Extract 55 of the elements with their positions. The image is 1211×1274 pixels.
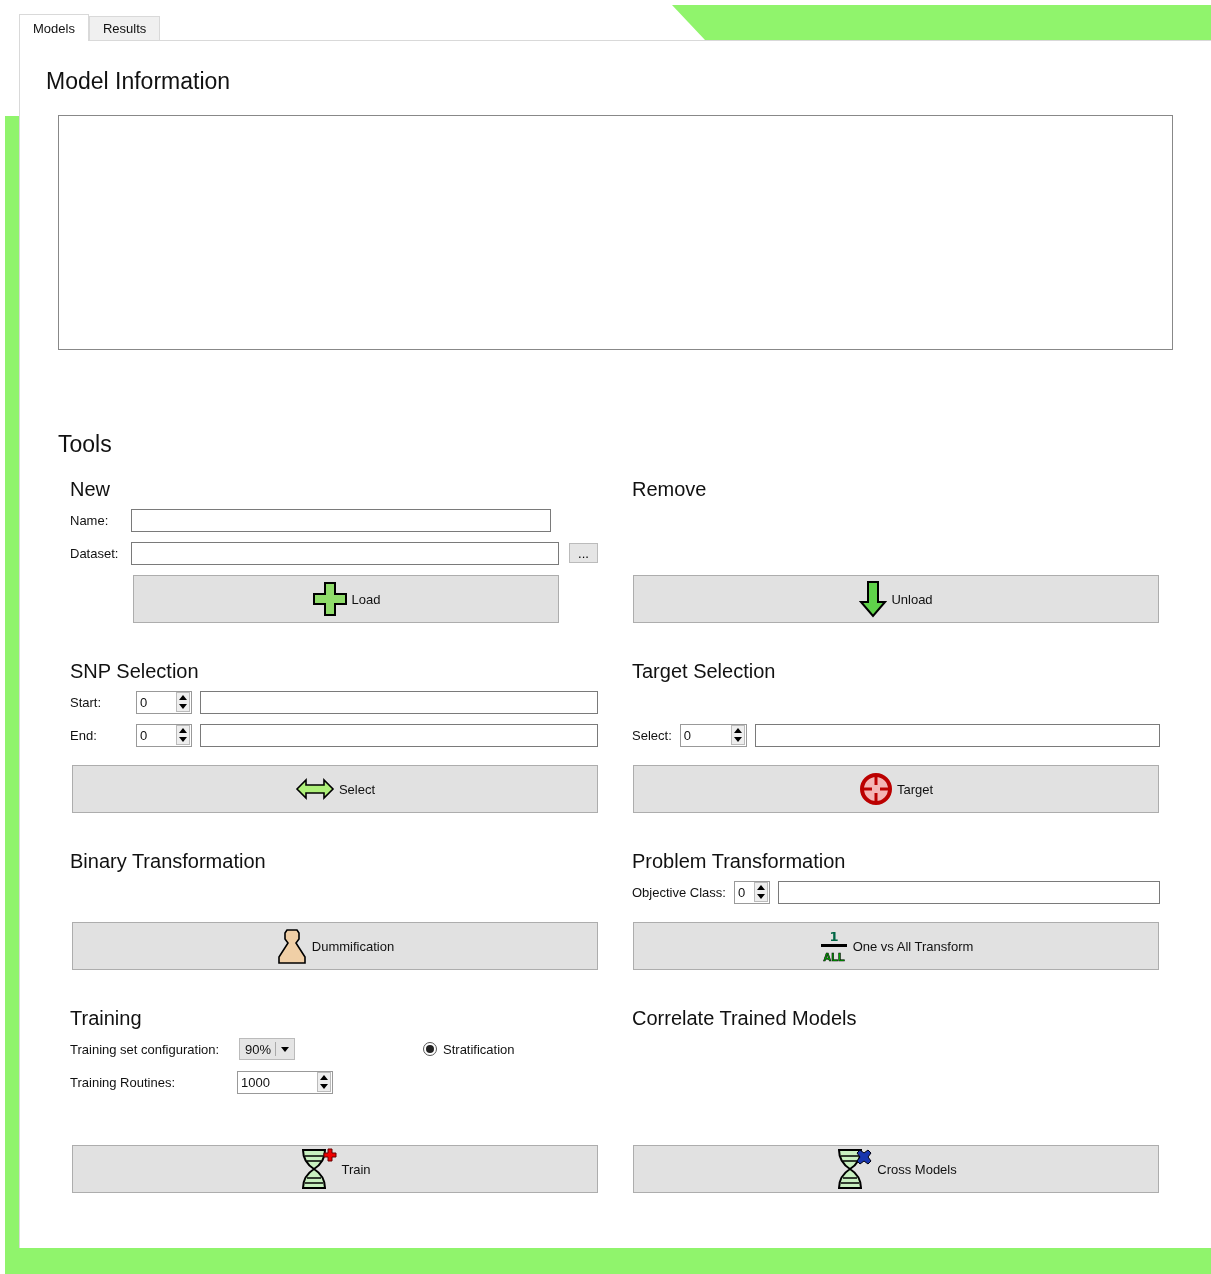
action-button[interactable]: Load <box>133 575 559 623</box>
field-label: Select: <box>632 727 672 743</box>
section-title: SNP Selection <box>70 659 200 684</box>
section-title: Problem Transformation <box>632 849 847 874</box>
section-title: Remove <box>632 477 708 502</box>
spin-box[interactable]: 0 <box>733 880 770 904</box>
pawn-icon <box>275 928 308 964</box>
section-title: New <box>70 477 111 502</box>
double-arrow-icon <box>294 778 335 800</box>
dna-icon <box>835 1148 874 1190</box>
spin-arrows-icon[interactable] <box>176 692 190 712</box>
radio-button[interactable]: Stratification <box>423 1041 515 1057</box>
section-heading: Tools <box>58 430 113 458</box>
text-field[interactable] <box>754 723 1160 747</box>
spin-box[interactable]: 0 <box>136 690 192 714</box>
action-button[interactable]: Target <box>633 765 1159 813</box>
spin-arrows-icon[interactable] <box>753 882 768 902</box>
field-label: Name: <box>70 512 110 528</box>
dna-icon <box>299 1148 338 1190</box>
down-arrow-icon <box>859 580 888 618</box>
text-field[interactable] <box>131 541 559 565</box>
tab[interactable]: Results <box>88 16 161 40</box>
action-button[interactable]: Unload <box>633 575 1159 623</box>
section-title: Training <box>70 1006 143 1031</box>
field-label: Start: <box>70 694 103 710</box>
spin-arrows-icon[interactable] <box>176 725 190 745</box>
field-label: Training set configuration: <box>70 1041 221 1057</box>
action-button[interactable]: Dummification <box>72 922 598 970</box>
spin-box[interactable]: 0 <box>679 723 747 747</box>
spin-arrows-icon[interactable] <box>317 1072 331 1092</box>
field-label: End: <box>70 727 98 743</box>
text-field[interactable] <box>777 880 1160 904</box>
field-label: Dataset: <box>70 545 120 561</box>
browse-button[interactable]: ... <box>569 543 598 563</box>
action-button[interactable]: Cross Models <box>633 1145 1159 1193</box>
section-title: Binary Transformation <box>70 849 267 874</box>
section-title: Correlate Trained Models <box>632 1006 858 1031</box>
action-button[interactable]: Select <box>72 765 598 813</box>
section-heading: Model Information <box>46 67 232 95</box>
crosshair-icon <box>858 772 893 806</box>
spin-box[interactable]: 1000 <box>237 1070 333 1094</box>
text-field[interactable] <box>200 690 598 714</box>
section-title: Target Selection <box>632 659 777 684</box>
text-field[interactable] <box>131 508 551 532</box>
spin-box[interactable]: 0 <box>136 723 192 747</box>
plus-icon <box>311 581 348 617</box>
spin-arrows-icon[interactable] <box>730 725 745 745</box>
text-field[interactable] <box>200 723 598 747</box>
field-label: Objective Class: <box>632 884 726 900</box>
action-button[interactable]: Train <box>72 1145 598 1193</box>
caret-icon[interactable] <box>275 1042 292 1056</box>
tab[interactable]: Models <box>19 14 89 41</box>
dropdown[interactable]: 90% <box>239 1038 296 1060</box>
field-label: Training Routines: <box>70 1074 176 1090</box>
action-button[interactable]: 1 ALL One vs All Transform <box>633 922 1159 970</box>
